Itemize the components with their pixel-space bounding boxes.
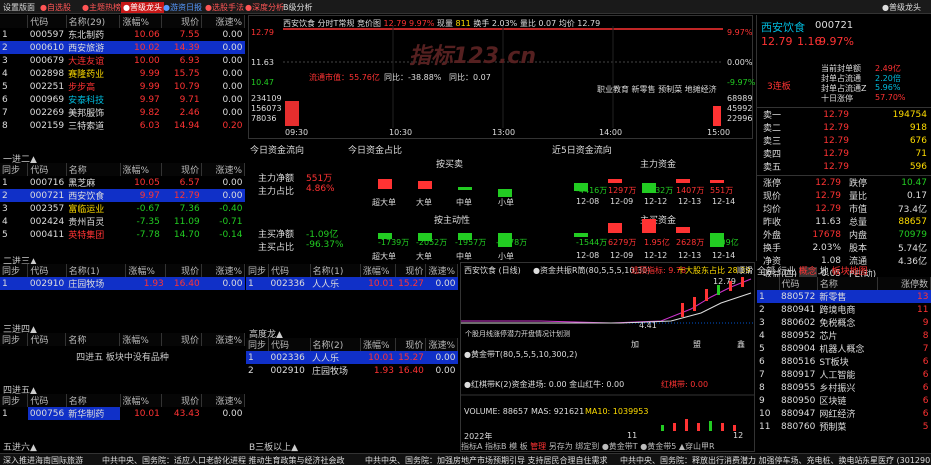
- subind-plot: [461, 394, 754, 396]
- table-header-row: 代码 名称(29) 涨幅% 现价 涨速%: [0, 15, 245, 28]
- tab-ind-a[interactable]: 指标A: [461, 442, 482, 451]
- intraday-chart[interactable]: 西安饮食 分时T常规 竞价图 12.79 9.97% 现量 811 换手 2.0…: [248, 15, 755, 139]
- erjinsan-list: 同步 代码 名称(1) 涨幅% 现价 涨速% 1 002910 庄园牧场 1.93 16.40 0.…: [0, 264, 245, 290]
- tab-region[interactable]: 地: [820, 267, 829, 277]
- chart-marketcap: 流通市值：55.76亿: [309, 73, 380, 82]
- kline-plot: [461, 277, 754, 324]
- table-row[interactable]: 10 880947 网红经济 6: [757, 407, 931, 421]
- table-row[interactable]: 5 000411 英特集团 -7.78 14.70 -0.14: [0, 228, 245, 242]
- tab-chuanshan[interactable]: ▲穿山甲R: [679, 442, 715, 451]
- header-cell[interactable]: 代码: [27, 15, 67, 28]
- ask-row[interactable]: 卖二 12.79 918: [761, 121, 929, 135]
- table-row-selected[interactable]: 1 002910 庄园牧场 1.93 16.40 0.00: [0, 277, 245, 290]
- ask-row[interactable]: 卖四 12.79 71: [761, 147, 929, 161]
- table-row[interactable]: 11 880760 预制菜 5: [757, 420, 931, 434]
- board-panel: 全部 行业 概念 地 板块地图 代码 名称 涨停数 1 880572 新零售 13 2 88…: [757, 264, 931, 452]
- tab-ind-b[interactable]: 指标B: [485, 442, 507, 451]
- volume-plot: [661, 419, 736, 431]
- table-row-selected[interactable]: 2 000610 西安旅游 10.02 14.39 0.00: [0, 41, 245, 54]
- table-row[interactable]: 8 880955 乡村振兴 6: [757, 381, 931, 395]
- ask-row[interactable]: 卖五 12.79 596: [761, 160, 929, 174]
- news-ticker[interactable]: 深入推进海南国际旅游 中共中央、国务院：适应人口老龄化进程 推动生育政策与经济社…: [0, 453, 931, 465]
- tab-youzi[interactable]: ●游资日报: [163, 2, 202, 13]
- board-tabs: 全部 行业 概念 地 板块地图: [757, 264, 931, 277]
- tab-all[interactable]: 全部: [757, 267, 775, 277]
- tab-ban[interactable]: 板: [520, 442, 528, 451]
- top-toolbar: 设置版面 ●自选股 ●主题热榜 ●普级龙头 ●游资日报 ●选股手法 ●深度分析 …: [0, 0, 931, 14]
- tab-industry[interactable]: 行业: [778, 267, 796, 277]
- table-row-selected[interactable]: 1 880572 新零售 13: [757, 290, 931, 303]
- watermark: 指标123.cn: [409, 44, 536, 69]
- table-row[interactable]: 1 000716 黑芝麻 10.05 6.57 0.00: [0, 176, 245, 190]
- tab-xuangu[interactable]: ●选股手法: [205, 2, 244, 13]
- tab-deep[interactable]: ●深度分析: [245, 2, 284, 13]
- capital-flow-panel: 今日资金流向 今日资金占比 近5日资金流向 主力净额 551万 主力占比 4.8…: [248, 141, 753, 261]
- header-cell: [0, 15, 29, 28]
- header-cell[interactable]: 名称(29): [66, 15, 121, 28]
- table-row-selected[interactable]: 1 002336 人人乐 10.01 15.27 0.00: [246, 277, 458, 290]
- table-row[interactable]: 1 000597 东北制药 10.06 7.55 0.00: [0, 28, 245, 42]
- table-row[interactable]: 2 880941 跨境电商 11: [757, 303, 931, 317]
- table-row[interactable]: 4 002898 赛隆药业 9.99 15.75 0.00: [0, 67, 245, 81]
- tab-watchlist[interactable]: ●自选股: [40, 2, 71, 13]
- header-cell[interactable]: 涨速%: [201, 15, 245, 28]
- table-row[interactable]: 3 000679 大连友谊 10.00 6.93 0.00: [0, 54, 245, 68]
- tab-gold-5[interactable]: ●黄金带5: [640, 442, 676, 451]
- tab-concept[interactable]: 概念: [798, 267, 817, 277]
- limit-up-list: 代码 名称(29) 涨幅% 现价 涨速% 1 000597 东北制药 10.06 7.5…: [0, 15, 245, 155]
- tab-leader-right[interactable]: ●普级龙头: [882, 2, 921, 13]
- quote-code: 000721: [815, 20, 854, 31]
- gaodu-list: 同步 代码 名称(2) 涨幅% 现价 涨速% 1 002336 人人乐 10.01 15.27 0.…: [246, 338, 458, 377]
- tab-theme[interactable]: ●主题热榜: [82, 2, 121, 13]
- erjinsan-list-b: 同步 代码 名称(1) 涨幅% 现价 涨速% 1 002336 人人乐 10.01 15.27 0.…: [246, 264, 458, 290]
- table-row[interactable]: 6 000969 安泰科技 9.97 9.71 0.00: [0, 93, 245, 107]
- table-row[interactable]: 9 880950 区块链 6: [757, 394, 931, 408]
- settings-menu[interactable]: 设置版面: [3, 2, 35, 13]
- table-row[interactable]: 3 880602 免税概念 9: [757, 316, 931, 330]
- table-row[interactable]: 6 880516 ST板块 6: [757, 355, 931, 369]
- kline-chart[interactable]: 西安饮食 (日线) ●资金共振R筒(80,5,5,5,10,30) 逃顶指标: …: [460, 262, 755, 452]
- tab-saveas[interactable]: 另存为: [549, 442, 573, 451]
- header-cell[interactable]: 现价: [161, 15, 203, 28]
- table-row[interactable]: 2 002910 庄园牧场 1.93 16.40 0.00: [246, 364, 458, 378]
- quote-price: 12.79: [761, 35, 793, 48]
- tab-board-map[interactable]: 板块地图: [832, 267, 868, 277]
- empty-note: 四进五 板块中没有品种: [76, 353, 169, 363]
- tab-bclass[interactable]: B级分析: [283, 2, 313, 13]
- yijiner-list: 同步 代码 名称 涨幅% 现价 涨速% 1 000716 黑芝麻 10.05 6.57 0.00 2…: [0, 163, 245, 241]
- tab-bind[interactable]: 绑定到: [575, 442, 599, 451]
- tab-gold-t[interactable]: ●黄金带T: [602, 442, 638, 451]
- header-cell[interactable]: 涨幅%: [119, 15, 163, 28]
- ask-row[interactable]: 卖三 12.79 676: [761, 134, 929, 148]
- sanjinsi-list: 同步 代码 名称 涨幅% 现价 涨速% 四进五 板块中没有品种: [0, 333, 245, 363]
- table-row[interactable]: 8 002159 三特索道 6.03 14.94 0.20: [0, 119, 245, 133]
- table-row[interactable]: 7 002269 美邦服饰 9.82 2.46 0.00: [0, 106, 245, 120]
- section-title: B三板以上▲: [249, 443, 299, 453]
- tab-mo[interactable]: 模: [509, 442, 517, 451]
- table-row[interactable]: 3 002357 富临运业 -0.67 7.36 -0.40: [0, 202, 245, 216]
- ask-row[interactable]: 卖一 12.79 194754: [761, 108, 929, 122]
- tab-manage[interactable]: 管理: [530, 442, 546, 451]
- section-title: 五进六▲: [3, 443, 37, 453]
- table-row[interactable]: 5 002251 步步高 9.99 10.79 0.00: [0, 80, 245, 94]
- sijinwu-list: 同步 代码 名称 涨幅% 现价 涨速% 1 000756 新华制药 10.01 43.43 0.00: [0, 394, 245, 420]
- tab-leader[interactable]: ●普级龙头: [121, 2, 164, 13]
- table-row-selected[interactable]: 1 002336 人人乐 10.01 15.27 0.00: [246, 351, 458, 364]
- table-row[interactable]: 4 880952 芯片 8: [757, 329, 931, 343]
- board-table: 代码 名称 涨停数 1 880572 新零售 13 2 880941 跨境电商 11 3 8806…: [757, 277, 931, 433]
- ask-table: 卖一 12.79 194754 卖二 12.79 918 卖三 12.79 676 卖四 12…: [761, 108, 929, 174]
- indicator-tabs: 指标A 指标B 模 板 管理 另存为 绑定到 ●黄金带T ●黄金带5 ▲穿山甲R: [461, 441, 754, 452]
- table-row[interactable]: 1 000756 新华制药 10.01 43.43 0.00: [0, 407, 245, 420]
- table-row[interactable]: 5 880904 机器人概念 7: [757, 342, 931, 356]
- lianban-badge: 3连板: [767, 82, 791, 92]
- chart-concepts: 职业教育 新零售 预制菜 地摊经济: [597, 85, 717, 94]
- table-row[interactable]: 4 002424 贵州百灵 -7.35 11.09 -0.71: [0, 215, 245, 229]
- quote-panel: 西安饮食 000721 12.79 1.16 9.97% 3连板 当前封单额 2…: [756, 15, 931, 280]
- quote-name: 西安饮食: [761, 21, 805, 34]
- table-row-selected[interactable]: 2 000721 西安饮食 9.97 12.79 0.00: [0, 189, 245, 202]
- table-row[interactable]: 7 880917 人工智能 6: [757, 368, 931, 382]
